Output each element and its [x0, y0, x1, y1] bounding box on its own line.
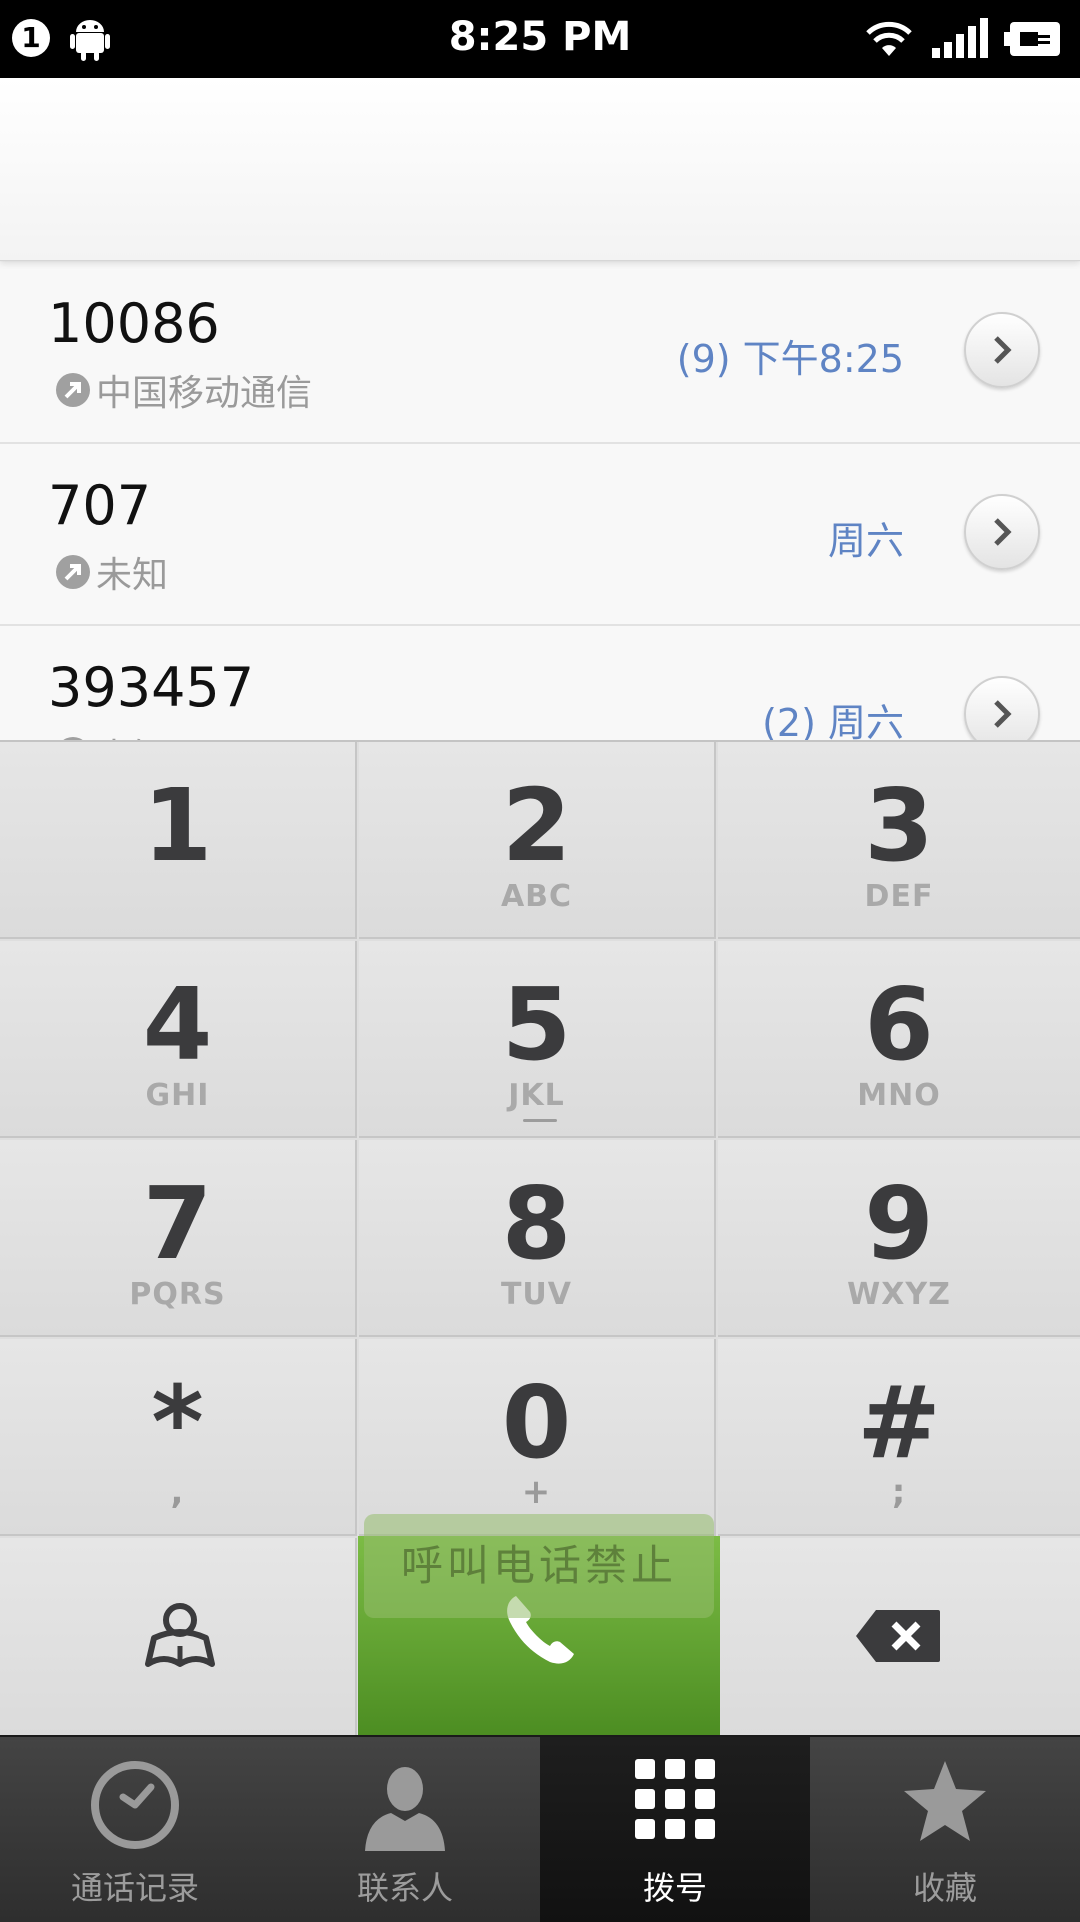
key-digit: 6 — [864, 966, 934, 1083]
call-location-row: 中国移动通信 — [54, 364, 312, 416]
key-4[interactable]: 4 GHI — [0, 941, 357, 1138]
call-location: 未知 — [96, 555, 169, 596]
contacts-button[interactable] — [0, 1538, 357, 1737]
key-letters: MNO — [857, 1078, 941, 1113]
call-count-time: (2) 周六 — [762, 701, 904, 740]
call-log-list: 10086 中国移动通信 (9) 下午8:25 707 未知 周六 393457… — [0, 262, 1080, 740]
call-forbidden-toast: 呼叫电话禁止 — [364, 1514, 714, 1618]
call-number: 393457 — [48, 656, 255, 719]
call-number: 707 — [48, 474, 152, 537]
key-letters: ; — [891, 1472, 907, 1512]
key-letters: + — [521, 1472, 552, 1512]
key-star[interactable]: * , — [0, 1339, 357, 1536]
key-letters: PQRS — [129, 1277, 226, 1312]
call-location-row: 未知 — [54, 546, 168, 598]
key-digit: 7 — [142, 1165, 213, 1282]
call-detail-button[interactable] — [964, 312, 1040, 388]
key-digit: 8 — [501, 1165, 572, 1282]
dialpad: 1 2 ABC 3 DEF 4 GHI 5 JKL 6 MNO 7 PQRS 8… — [0, 740, 1080, 1737]
bottom-tab-bar: 通话记录 联系人 拨号 收藏 — [0, 1735, 1080, 1922]
tab-label: 拨号 — [642, 1869, 707, 1907]
key-digit: 3 — [864, 767, 934, 884]
status-time: 8:25 PM — [448, 14, 632, 60]
list-item[interactable]: 707 未知 周六 — [0, 444, 1080, 626]
key-hash[interactable]: # ; — [718, 1339, 1080, 1536]
backspace-button[interactable] — [720, 1538, 1080, 1737]
tab-label: 联系人 — [356, 1869, 453, 1907]
call-location: 中国移动通信 — [96, 373, 313, 414]
status-bar: 1 8:25 PM — [0, 0, 1080, 78]
backspace-icon — [856, 1610, 940, 1662]
person-icon — [365, 1767, 445, 1851]
tab-label: 通话记录 — [70, 1869, 199, 1907]
key-8[interactable]: 8 TUV — [359, 1140, 716, 1337]
key-0[interactable]: 0 + — [359, 1339, 716, 1536]
clock-icon — [91, 1761, 179, 1849]
tab-dialpad[interactable]: 拨号 — [540, 1737, 810, 1922]
battery-charging-icon — [1004, 22, 1060, 56]
key-letters: WXYZ — [847, 1277, 951, 1312]
signal-icon — [932, 18, 988, 58]
call-location-row: 未知 — [54, 728, 168, 740]
key-letters: TUV — [500, 1277, 573, 1312]
wifi-icon — [866, 21, 912, 56]
key-digit: 0 — [501, 1364, 572, 1481]
tab-label: 收藏 — [912, 1869, 977, 1907]
key-digit: 9 — [864, 1165, 934, 1282]
tab-contacts[interactable]: 联系人 — [270, 1737, 540, 1922]
chevron-right-icon — [994, 700, 1012, 728]
key-digit: 1 — [142, 767, 213, 884]
key-letters: , — [170, 1472, 185, 1512]
voicemail-marker — [523, 1119, 557, 1122]
key-2[interactable]: 2 ABC — [359, 742, 716, 939]
key-digit: # — [857, 1364, 941, 1481]
tab-call-log[interactable]: 通话记录 — [0, 1737, 270, 1922]
key-digit: 5 — [501, 966, 572, 1083]
list-item[interactable]: 10086 中国移动通信 (9) 下午8:25 — [0, 262, 1080, 444]
key-letters: DEF — [864, 879, 934, 914]
call-count-time: 周六 — [827, 519, 904, 563]
key-digit: 2 — [501, 767, 572, 884]
outgoing-call-icon — [56, 373, 90, 407]
call-detail-button[interactable] — [964, 494, 1040, 570]
call-location: 未知 — [96, 728, 168, 740]
contacts-book-icon — [145, 1603, 215, 1667]
chevron-right-icon — [994, 336, 1012, 364]
key-7[interactable]: 7 PQRS — [0, 1140, 357, 1337]
key-3[interactable]: 3 DEF — [718, 742, 1080, 939]
dial-number-display[interactable] — [0, 78, 1080, 261]
key-9[interactable]: 9 WXYZ — [718, 1140, 1080, 1337]
key-6[interactable]: 6 MNO — [718, 941, 1080, 1138]
call-count-time: (9) 下午8:25 — [676, 337, 904, 381]
outgoing-call-icon — [56, 555, 90, 589]
call-detail-button[interactable] — [964, 676, 1040, 740]
list-item[interactable]: 393457 未知 (2) 周六 — [0, 626, 1080, 740]
key-1[interactable]: 1 — [0, 742, 357, 939]
key-digit: 4 — [142, 966, 213, 1083]
key-digit: * — [151, 1364, 204, 1481]
key-letters: GHI — [145, 1078, 210, 1113]
key-letters: JKL — [508, 1078, 565, 1113]
star-icon — [904, 1761, 986, 1841]
tab-favorites[interactable]: 收藏 — [810, 1737, 1080, 1922]
call-number: 10086 — [48, 292, 220, 355]
dialpad-icon — [635, 1759, 715, 1839]
chevron-right-icon — [994, 518, 1012, 546]
key-5[interactable]: 5 JKL — [359, 941, 716, 1138]
key-letters: ABC — [500, 879, 573, 914]
